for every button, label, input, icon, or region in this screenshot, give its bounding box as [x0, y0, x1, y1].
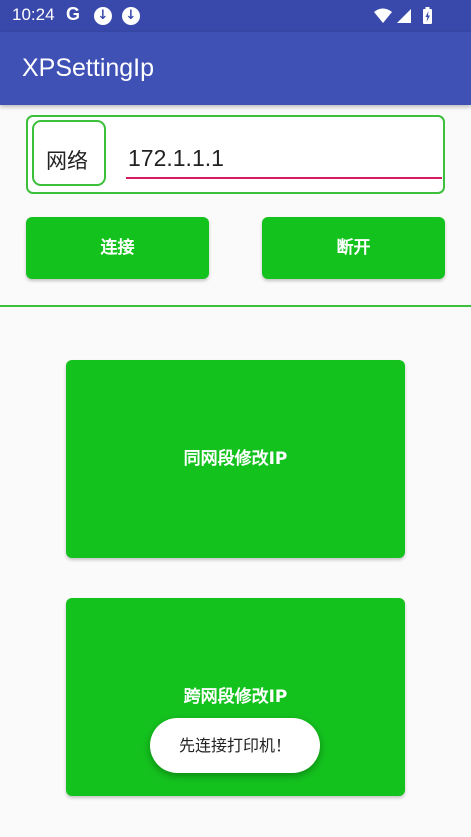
download-icon: ↓	[94, 7, 112, 25]
divider	[0, 305, 471, 307]
ip-input[interactable]	[126, 139, 442, 179]
app-bar: XPSettingIp	[0, 32, 471, 105]
status-bar: 10:24 G ↓ ↓	[0, 0, 471, 32]
same-segment-modify-ip-button[interactable]: 同网段修改IP	[66, 360, 405, 558]
google-icon: G	[66, 4, 81, 24]
status-time: 10:24	[12, 5, 55, 24]
signal-icon	[397, 9, 411, 23]
connect-button[interactable]: 连接	[26, 217, 209, 279]
disconnect-button[interactable]: 断开	[262, 217, 445, 279]
network-label: 网络	[46, 149, 88, 173]
network-panel: 网络	[26, 115, 445, 194]
toast-message: 先连接打印机！	[150, 718, 320, 773]
wifi-icon	[374, 8, 392, 23]
download-icon: ↓	[122, 7, 140, 25]
status-icons	[373, 6, 437, 30]
app-title: XPSettingIp	[22, 54, 155, 82]
network-label-box: 网络	[32, 120, 106, 186]
